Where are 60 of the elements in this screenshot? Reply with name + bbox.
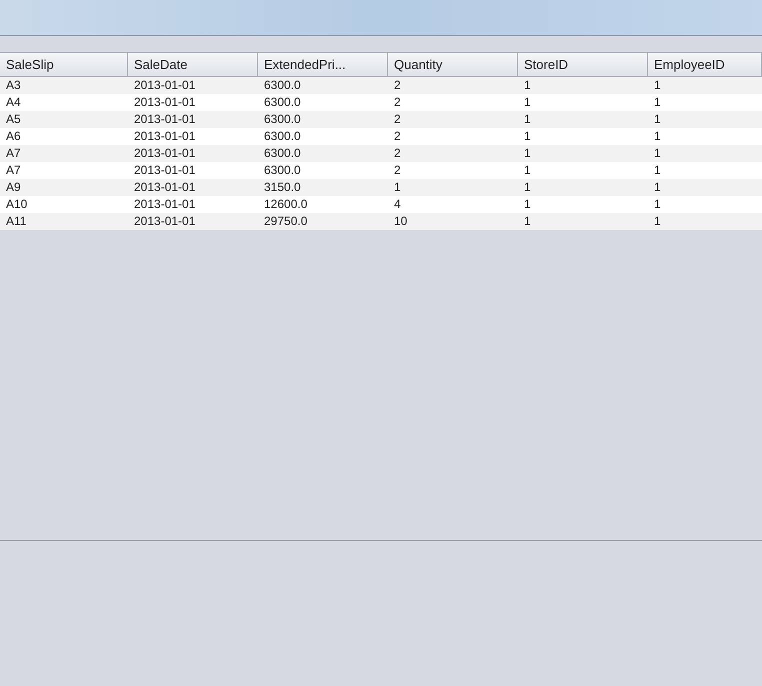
table-cell: A6 bbox=[6, 129, 21, 144]
table-cell: 2 bbox=[394, 95, 401, 110]
table-cell: 12600.0 bbox=[264, 197, 308, 212]
table-cell: 1 bbox=[654, 214, 661, 229]
table-cell: 1 bbox=[524, 129, 531, 144]
table-cell: 10 bbox=[394, 214, 408, 229]
table-cell: 1 bbox=[654, 78, 661, 93]
column-header[interactable]: StoreID bbox=[518, 53, 648, 76]
table-cell: 2 bbox=[394, 112, 401, 127]
table-cell: 1 bbox=[654, 163, 661, 178]
column-header[interactable]: SaleSlip bbox=[0, 53, 128, 76]
table-cell: 2 bbox=[394, 129, 401, 144]
table-cell: A3 bbox=[6, 78, 21, 93]
table-cell: 1 bbox=[524, 146, 531, 161]
table-cell: 2 bbox=[394, 78, 401, 93]
column-header[interactable]: ExtendedPri... bbox=[258, 53, 388, 76]
table-cell: 1 bbox=[524, 163, 531, 178]
table-cell: 6300.0 bbox=[264, 129, 301, 144]
table-cell: A5 bbox=[6, 112, 21, 127]
table-cell: 6300.0 bbox=[264, 95, 301, 110]
table-cell: 3150.0 bbox=[264, 180, 301, 195]
column-header[interactable]: SaleDate bbox=[128, 53, 258, 76]
column-header[interactable]: Quantity bbox=[388, 53, 518, 76]
table-cell: 1 bbox=[654, 112, 661, 127]
table-cell: 2 bbox=[394, 146, 401, 161]
table-cell: 2013-01-01 bbox=[134, 78, 196, 93]
table-cell: A9 bbox=[6, 180, 21, 195]
table-cell: A10 bbox=[6, 197, 28, 212]
table-cell: 1 bbox=[654, 146, 661, 161]
table-cell: 1 bbox=[524, 197, 531, 212]
table-cell: 1 bbox=[654, 180, 661, 195]
column-header[interactable]: EmployeeID bbox=[648, 53, 762, 76]
table-cell: 2013-01-01 bbox=[134, 129, 196, 144]
table-cell: 29750.0 bbox=[264, 214, 308, 229]
table-cell: 6300.0 bbox=[264, 163, 301, 178]
table-cell: 2 bbox=[394, 163, 401, 178]
table-cell: A7 bbox=[6, 163, 21, 178]
table-cell: 6300.0 bbox=[264, 146, 301, 161]
table-cell: 2013-01-01 bbox=[134, 214, 196, 229]
table-cell: 6300.0 bbox=[264, 112, 301, 127]
table-cell: 2013-01-01 bbox=[134, 163, 196, 178]
table-cell: 4 bbox=[394, 197, 401, 212]
table-cell: 1 bbox=[524, 214, 531, 229]
table-cell: 1 bbox=[654, 95, 661, 110]
table-cell: 1 bbox=[654, 129, 661, 144]
table-cell: A11 bbox=[6, 214, 26, 229]
table-cell: 1 bbox=[524, 112, 531, 127]
table-cell: 1 bbox=[524, 180, 531, 195]
table-cell: 1 bbox=[524, 78, 531, 93]
table-cell: 2013-01-01 bbox=[134, 180, 196, 195]
table-cell: A4 bbox=[6, 95, 21, 110]
table-cell: 1 bbox=[654, 197, 661, 212]
table-cell: 2013-01-01 bbox=[134, 95, 196, 110]
table-cell: A7 bbox=[6, 146, 21, 161]
table-cell: 1 bbox=[394, 180, 401, 195]
table-cell: 2013-01-01 bbox=[134, 197, 196, 212]
table-cell: 6300.0 bbox=[264, 78, 301, 93]
table-cell: 2013-01-01 bbox=[134, 112, 196, 127]
table-cell: 2013-01-01 bbox=[134, 146, 196, 161]
table-cell: 1 bbox=[524, 95, 531, 110]
